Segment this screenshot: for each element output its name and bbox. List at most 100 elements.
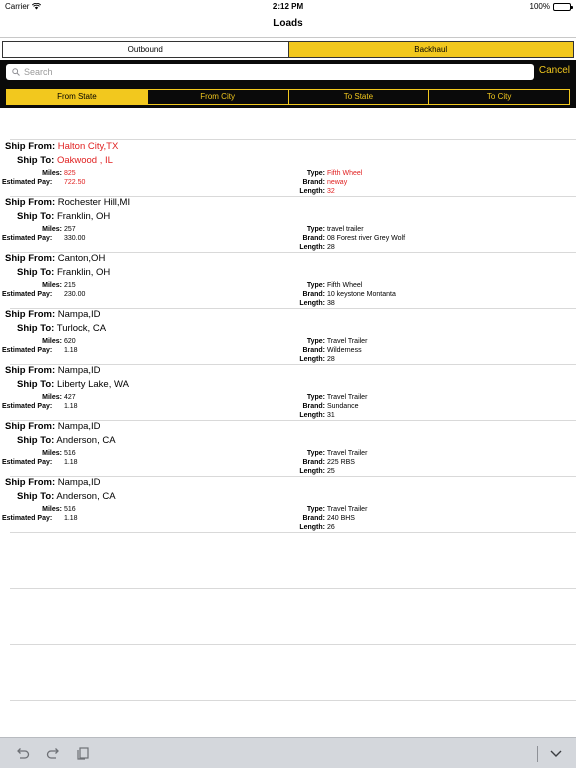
type-value: travel trailer xyxy=(326,226,364,233)
ship-from-value: Nampa,ID xyxy=(57,477,101,488)
ship-from-label: Ship From: xyxy=(5,421,56,432)
page-title: Loads xyxy=(273,18,303,29)
battery-group: 100% xyxy=(529,2,573,11)
miles-value: 516 xyxy=(63,506,76,513)
brand: Brand: Wilderness xyxy=(280,347,362,354)
miles-label: Miles: xyxy=(42,394,62,401)
length-label: Length: xyxy=(299,300,325,307)
list-item[interactable]: Ship From: Nampa,ID Ship To: Anderson, CA… xyxy=(2,421,576,477)
ship-to: Ship To: Liberty Lake, WA xyxy=(17,379,129,390)
length: Length: 28 xyxy=(280,244,335,251)
type: Type: Travel Trailer xyxy=(280,394,368,401)
brand: Brand: Sundance xyxy=(280,403,358,410)
list-item[interactable]: Ship From: Nampa,ID Ship To: Turlock, CA M… xyxy=(2,309,576,365)
type-label: Type: xyxy=(306,282,325,289)
type-value: Travel Trailer xyxy=(326,338,368,345)
cancel-button[interactable]: Cancel xyxy=(539,65,570,76)
length-label: Length: xyxy=(299,244,325,251)
length-value: 25 xyxy=(326,468,335,475)
ship-to-value: Turlock, CA xyxy=(56,323,107,334)
status-time: 2:12 PM xyxy=(272,2,304,11)
search-box[interactable] xyxy=(6,64,534,80)
ship-from-label: Ship From: xyxy=(5,477,56,488)
load-list: Ship From: Halton City,TX Ship To: Oakwoo… xyxy=(0,141,576,701)
ship-to-label: Ship To: xyxy=(17,267,55,278)
pay-label: Estimated Pay: xyxy=(2,403,53,410)
ship-from-label: Ship From: xyxy=(5,309,56,320)
search-input[interactable] xyxy=(24,67,524,77)
list-item[interactable]: Ship From: Halton City,TX Ship To: Oakwoo… xyxy=(2,141,576,197)
battery-icon xyxy=(553,2,573,11)
ship-to-label: Ship To: xyxy=(17,211,55,222)
filter-from-state[interactable]: From State xyxy=(7,90,148,104)
miles: Miles: 215 xyxy=(2,282,76,289)
ship-from: Ship From: Nampa,ID xyxy=(5,421,101,432)
length: Length: 38 xyxy=(280,300,335,307)
ship-to-value: Oakwood , IL xyxy=(56,155,113,166)
type-label: Type: xyxy=(306,226,325,233)
type-label: Type: xyxy=(306,450,325,457)
ship-to-label: Ship To: xyxy=(17,323,55,334)
filter-to-city[interactable]: To City xyxy=(429,90,569,104)
filter-to-state[interactable]: To State xyxy=(289,90,430,104)
ship-from-value: Canton,OH xyxy=(57,253,106,264)
ship-from-value: Nampa,ID xyxy=(57,309,101,320)
brand-value: Wilderness xyxy=(326,347,362,354)
pay-label: Estimated Pay: xyxy=(2,235,53,242)
ship-from-value: Halton City,TX xyxy=(57,141,119,152)
miles: Miles: 825 xyxy=(2,170,75,177)
length-value: 38 xyxy=(326,300,335,307)
miles: Miles: 516 xyxy=(2,506,76,513)
ship-from-label: Ship From: xyxy=(5,365,56,376)
length-value: 28 xyxy=(326,356,335,363)
type-value: Travel Trailer xyxy=(326,450,368,457)
type: Type: Fifth Wheel xyxy=(280,170,363,177)
ship-to-label: Ship To: xyxy=(17,491,55,502)
segment-backhaul[interactable]: Backhaul xyxy=(288,42,573,57)
brand-value: 240 BHS xyxy=(326,515,355,522)
undo-icon[interactable] xyxy=(15,745,31,761)
type: Type: Fifth Wheel xyxy=(280,282,363,289)
estimated-pay: Estimated Pay: 330.00 xyxy=(2,235,85,242)
type-value: Fifth Wheel xyxy=(326,170,363,177)
pay-value: 1.18 xyxy=(63,403,78,410)
redo-icon[interactable] xyxy=(45,745,61,761)
direction-segmented-control: Outbound Backhaul xyxy=(2,41,574,58)
type: Type: Travel Trailer xyxy=(280,506,368,513)
estimated-pay: Estimated Pay: 1.18 xyxy=(2,515,78,522)
ship-to: Ship To: Franklin, OH xyxy=(17,211,110,222)
type-value: Travel Trailer xyxy=(326,394,368,401)
type-value: Travel Trailer xyxy=(326,506,368,513)
paste-icon[interactable] xyxy=(75,745,91,761)
empty-list-row xyxy=(10,645,576,701)
chevron-down-icon[interactable] xyxy=(548,745,564,761)
brand-label: Brand: xyxy=(302,179,325,186)
segment-outbound[interactable]: Outbound xyxy=(3,42,289,57)
nav-divider xyxy=(0,37,576,38)
pay-label: Estimated Pay: xyxy=(2,347,53,354)
pay-value: 722.50 xyxy=(63,179,86,186)
filter-from-city[interactable]: From City xyxy=(148,90,289,104)
brand-label: Brand: xyxy=(302,403,325,410)
empty-list-row xyxy=(10,589,576,645)
miles-value: 516 xyxy=(63,450,76,457)
type-value: Fifth Wheel xyxy=(326,282,363,289)
pay-label: Estimated Pay: xyxy=(2,291,53,298)
list-item[interactable]: Ship From: Nampa,ID Ship To: Liberty Lake… xyxy=(2,365,576,421)
miles-value: 215 xyxy=(63,282,76,289)
list-item[interactable]: Ship From: Rochester Hill,MI Ship To: Fra… xyxy=(2,197,576,253)
type: Type: Travel Trailer xyxy=(280,450,368,457)
brand: Brand: 240 BHS xyxy=(280,515,355,522)
length-label: Length: xyxy=(299,468,325,475)
ship-to: Ship To: Oakwood , IL xyxy=(17,155,113,166)
length-label: Length: xyxy=(299,412,325,419)
type-label: Type: xyxy=(306,394,325,401)
battery-percent: 100% xyxy=(529,2,550,11)
list-item[interactable]: Ship From: Canton,OH Ship To: Franklin, O… xyxy=(2,253,576,309)
length-value: 28 xyxy=(326,244,335,251)
pay-value: 330.00 xyxy=(63,235,86,242)
ship-from-label: Ship From: xyxy=(5,253,56,264)
list-item[interactable]: Ship From: Nampa,ID Ship To: Anderson, CA… xyxy=(2,477,576,533)
ship-to: Ship To: Turlock, CA xyxy=(17,323,106,334)
estimated-pay: Estimated Pay: 722.50 xyxy=(2,179,85,186)
